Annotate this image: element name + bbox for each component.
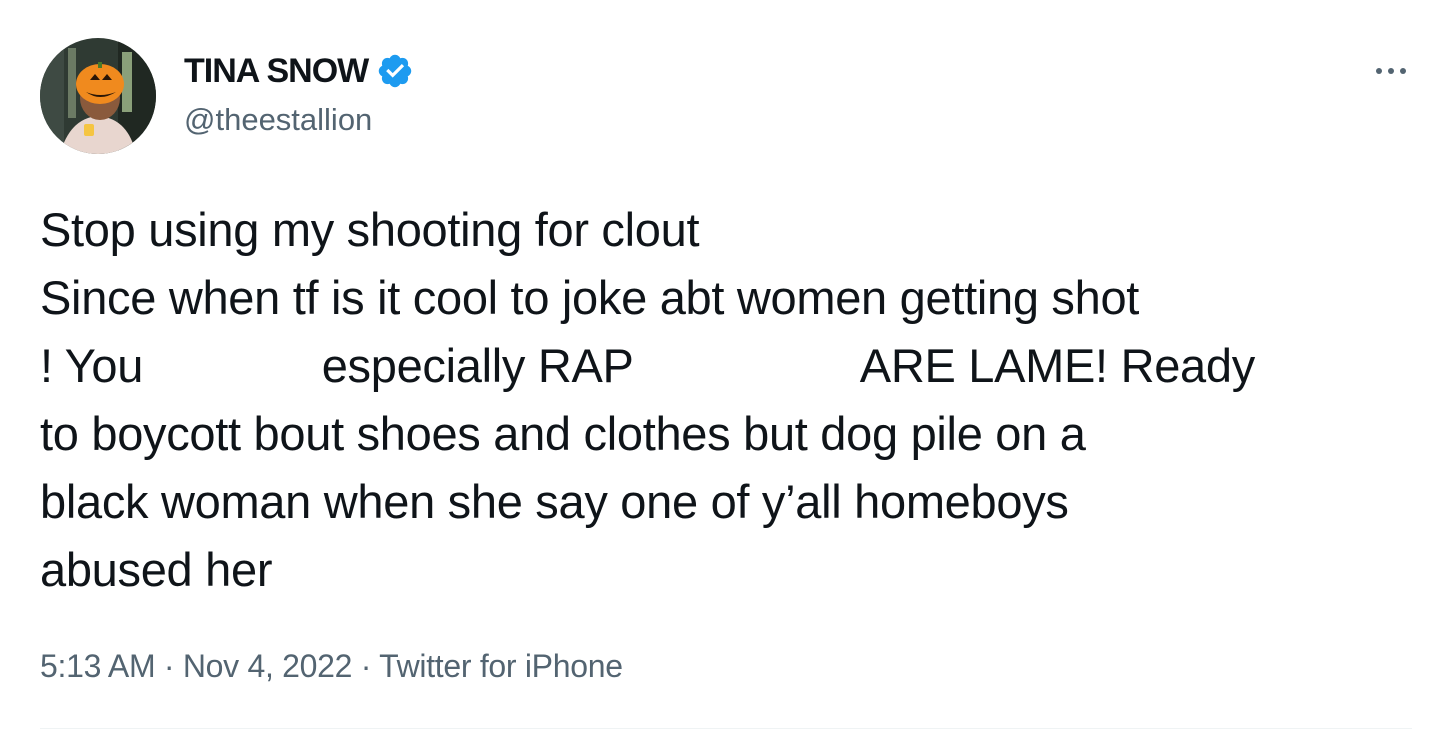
- tweet-text: Stop using my shooting for clout Since w…: [40, 196, 1420, 604]
- avatar-image: [40, 38, 156, 154]
- tweet-date[interactable]: Nov 4, 2022: [183, 648, 353, 684]
- meta-separator: ·: [155, 648, 183, 684]
- tweet-text-line: Since when tf is it cool to joke abt wom…: [40, 271, 1140, 324]
- tweet-text-line: abused her: [40, 543, 273, 596]
- tweet-text-line: black woman when she say one of y’all ho…: [40, 475, 1069, 528]
- avatar[interactable]: [40, 38, 156, 154]
- tweet-text-line: Stop using my shooting for clout: [40, 203, 700, 256]
- tweet-meta: 5:13 AM · Nov 4, 2022 · Twitter for iPho…: [40, 645, 623, 687]
- author-display-name[interactable]: TINA SNOW: [184, 50, 369, 92]
- more-options-button[interactable]: [1366, 54, 1416, 88]
- verified-badge-icon: [376, 52, 414, 90]
- tweet-text-line: to boycott bout shoes and clothes but do…: [40, 407, 1086, 460]
- tweet-text-line: ! You especially RAP ARE LAME! Ready: [40, 339, 1255, 392]
- author-handle[interactable]: @theestallion: [184, 100, 372, 140]
- author-name-row: TINA SNOW: [184, 50, 414, 92]
- more-options-icon: [1376, 68, 1406, 74]
- divider: [40, 728, 1412, 729]
- tweet-card: TINA SNOW @theestallion Stop using my sh…: [0, 0, 1440, 741]
- meta-separator: ·: [352, 648, 380, 684]
- tweet-source[interactable]: Twitter for iPhone: [379, 648, 623, 684]
- tweet-time[interactable]: 5:13 AM: [40, 648, 156, 684]
